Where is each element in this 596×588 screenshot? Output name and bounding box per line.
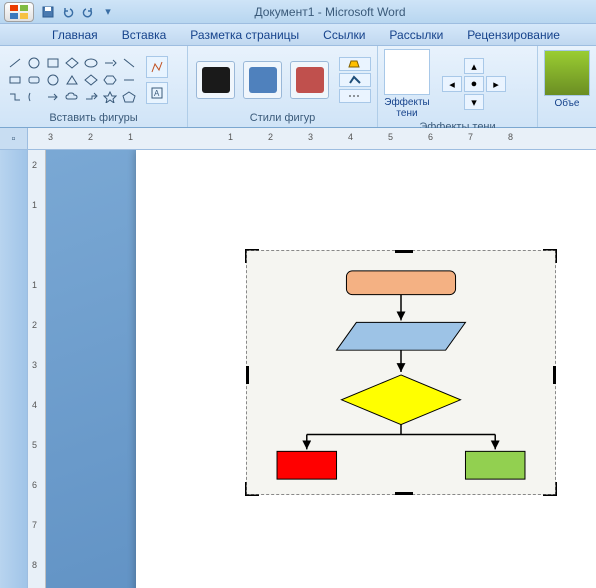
line-icon[interactable] xyxy=(8,57,22,69)
edit-points-icon xyxy=(150,60,164,74)
svg-text:A: A xyxy=(154,89,160,98)
smiley-icon[interactable] xyxy=(27,57,41,69)
dash-icon xyxy=(348,91,362,101)
shadow-effects-label: Эффекты тени xyxy=(384,97,429,119)
oval-icon[interactable] xyxy=(84,57,98,69)
textbox-icon: A xyxy=(150,86,164,100)
diamond-icon[interactable] xyxy=(84,74,98,86)
circle-icon[interactable] xyxy=(46,74,60,86)
qat-dropdown-icon[interactable]: ▾ xyxy=(100,4,116,20)
cloud-icon[interactable] xyxy=(65,91,79,103)
group-shape-styles: Стили фигур xyxy=(188,46,378,127)
left-gutter xyxy=(0,150,28,588)
fill-icon xyxy=(348,59,362,69)
shadow-nudge-grid: ▴ ◂●▸ ▾ xyxy=(442,58,506,110)
quick-access-toolbar: ▾ xyxy=(40,4,116,20)
tab-home[interactable]: Главная xyxy=(40,25,110,45)
hexagon-icon[interactable] xyxy=(103,74,117,86)
office-logo-icon xyxy=(10,5,28,19)
line2-icon[interactable] xyxy=(122,57,136,69)
flowchart-data[interactable] xyxy=(337,322,466,350)
redo-icon[interactable] xyxy=(80,4,96,20)
roundrect-icon[interactable] xyxy=(27,74,41,86)
nudge-left[interactable]: ◂ xyxy=(442,76,462,92)
shape-outline-button[interactable] xyxy=(339,73,371,87)
connector-icon[interactable] xyxy=(8,91,22,103)
star-icon[interactable] xyxy=(103,91,117,103)
nudge-up[interactable]: ▴ xyxy=(464,58,484,74)
flowchart-decision[interactable] xyxy=(341,375,460,425)
group-insert-shapes: A Вставить фигуры xyxy=(0,46,188,127)
rhombus-icon[interactable] xyxy=(65,57,79,69)
tab-review[interactable]: Рецензирование xyxy=(455,25,572,45)
nudge-down[interactable]: ▾ xyxy=(464,94,484,110)
flowchart-process-red[interactable] xyxy=(277,451,337,479)
nudge-right[interactable]: ▸ xyxy=(486,76,506,92)
group-3d-effects: Объе xyxy=(538,46,588,127)
tab-mailings[interactable]: Рассылки xyxy=(377,25,455,45)
group-label-shapes: Вставить фигуры xyxy=(6,110,181,124)
shape-fill-button[interactable] xyxy=(339,57,371,71)
vertical-ruler[interactable]: 2 1 1 2 3 4 5 6 7 8 xyxy=(28,150,46,588)
arrow-icon[interactable] xyxy=(103,57,117,69)
style-red[interactable] xyxy=(290,61,329,99)
group-shadow-effects: Эффекты тени ▴ ◂●▸ ▾ Эффекты тени xyxy=(378,46,538,127)
horizontal-ruler[interactable]: 3 2 1 1 2 3 4 5 6 7 8 xyxy=(28,128,596,149)
undo-icon[interactable] xyxy=(60,4,76,20)
style-black[interactable] xyxy=(196,61,235,99)
rect-icon[interactable] xyxy=(46,57,60,69)
ribbon: A Вставить фигуры Стили фигур Эффекты те… xyxy=(0,46,596,128)
bracket-icon[interactable] xyxy=(27,91,41,103)
tab-references[interactable]: Ссылки xyxy=(311,25,377,45)
outline-icon xyxy=(348,75,362,85)
shadow-effects-button[interactable] xyxy=(384,49,430,95)
flowchart-process-green[interactable] xyxy=(465,451,525,479)
office-button[interactable] xyxy=(4,2,34,22)
edit-shape-button[interactable] xyxy=(146,56,168,78)
document-area[interactable] xyxy=(46,150,596,588)
pentagon-icon[interactable] xyxy=(122,91,136,103)
line3-icon[interactable] xyxy=(122,74,136,86)
shape-gallery[interactable] xyxy=(6,55,138,105)
tab-insert[interactable]: Вставка xyxy=(110,25,179,45)
workspace: 2 1 1 2 3 4 5 6 7 8 xyxy=(0,150,596,588)
horizontal-ruler-row: ▫ 3 2 1 1 2 3 4 5 6 7 8 xyxy=(0,128,596,150)
save-icon[interactable] xyxy=(40,4,56,20)
title-bar: ▾ Документ1 - Microsoft Word xyxy=(0,0,596,24)
shape-effects-button[interactable] xyxy=(339,89,371,103)
window-title: Документ1 - Microsoft Word xyxy=(124,5,596,19)
volume-effects-button[interactable] xyxy=(544,50,590,96)
flowchart-terminator[interactable] xyxy=(346,271,455,295)
style-blue[interactable] xyxy=(243,61,282,99)
drawing-canvas[interactable] xyxy=(246,250,556,495)
rect2-icon[interactable] xyxy=(8,74,22,86)
tab-layout[interactable]: Разметка страницы xyxy=(178,25,311,45)
ruler-corner[interactable]: ▫ xyxy=(0,128,28,150)
nudge-center[interactable]: ● xyxy=(464,76,484,92)
text-box-button[interactable]: A xyxy=(146,82,168,104)
flowchart[interactable] xyxy=(247,251,555,494)
triangle-icon[interactable] xyxy=(65,74,79,86)
ribbon-tabs: Главная Вставка Разметка страницы Ссылки… xyxy=(0,24,596,46)
group-label-styles: Стили фигур xyxy=(194,110,371,124)
volume-label: Объе xyxy=(555,98,580,109)
arrow3-icon[interactable] xyxy=(84,91,98,103)
arrow2-icon[interactable] xyxy=(46,91,60,103)
